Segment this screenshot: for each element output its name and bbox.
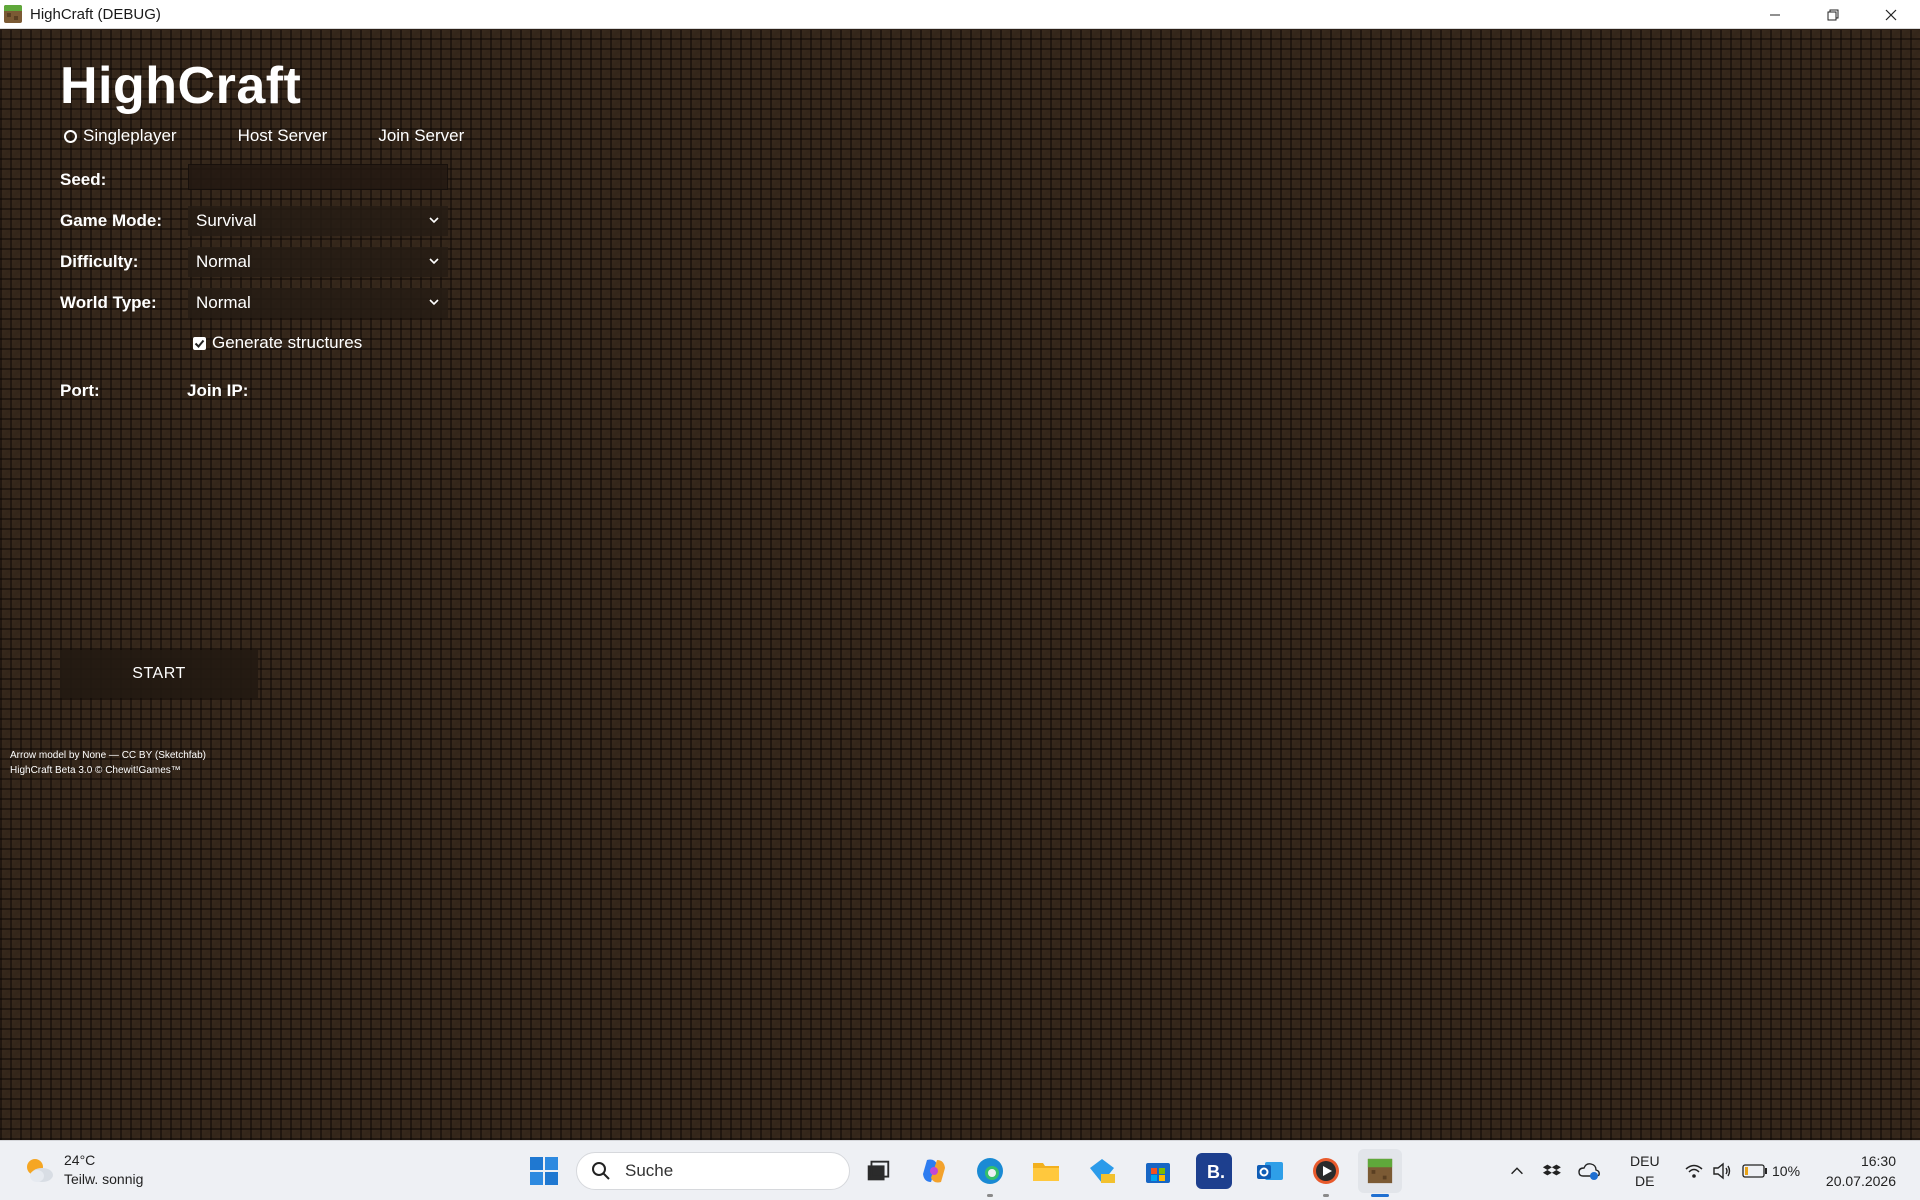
start-button[interactable]: START — [60, 650, 258, 698]
window-titlebar: HighCraft (DEBUG) — [0, 0, 1920, 29]
search-icon — [592, 1162, 610, 1180]
file-explorer-icon[interactable] — [1028, 1153, 1064, 1189]
windows-start-icon[interactable] — [526, 1153, 562, 1189]
credit-line: Arrow model by None — CC BY (Sketchfab) — [10, 750, 207, 761]
difficulty-value: Normal — [196, 252, 251, 271]
window-title: HighCraft (DEBUG) — [30, 5, 161, 23]
difficulty-select[interactable]: Normal — [188, 247, 448, 277]
svg-text:B.: B. — [1207, 1162, 1225, 1182]
credits: Arrow model by None — CC BY (Sketchfab) … — [10, 748, 206, 778]
window-controls — [1746, 0, 1920, 29]
wifi-icon — [1685, 1164, 1703, 1178]
game-mode-select[interactable]: Survival — [188, 206, 448, 236]
mode-label: Host Server — [237, 126, 328, 145]
media-player-icon[interactable] — [1308, 1153, 1344, 1189]
mode-selector: Singleplayer Host Server Join Server — [64, 126, 496, 146]
mode-singleplayer[interactable]: Singleplayer — [64, 126, 177, 146]
close-button[interactable] — [1862, 0, 1920, 29]
mode-label: Join Server — [378, 126, 465, 145]
world-type-select[interactable]: Normal — [188, 288, 448, 318]
game-menu: HighCraft Singleplayer Host Server Join … — [0, 30, 1920, 1140]
mode-join-server[interactable]: Join Server — [359, 126, 464, 146]
system-tray — [1508, 1141, 1600, 1200]
minimize-icon — [1770, 14, 1780, 15]
search-placeholder: Suche — [625, 1161, 674, 1180]
weather-description: Teilw. sonnig — [64, 1171, 144, 1187]
date: 20.07.2026 — [1825, 1173, 1896, 1189]
dev-home-icon[interactable] — [1084, 1153, 1120, 1189]
partly-sunny-icon — [27, 1159, 53, 1182]
chevron-up-icon[interactable] — [1508, 1162, 1526, 1180]
radio-icon[interactable] — [219, 130, 232, 143]
outlook-icon[interactable] — [1252, 1153, 1288, 1189]
active-indicator — [1371, 1194, 1389, 1197]
weather-temperature: 24°C — [64, 1152, 96, 1168]
booking-icon[interactable]: B. — [1196, 1153, 1232, 1189]
world-type-label: World Type: — [60, 293, 157, 312]
radio-selected-icon[interactable] — [64, 129, 77, 143]
join-ip-label: Join IP: — [187, 381, 249, 400]
microsoft-store-icon[interactable] — [1140, 1153, 1176, 1189]
clock[interactable]: 16:30 20.07.2026 — [1826, 1151, 1896, 1191]
chevron-down-icon — [429, 217, 439, 224]
chevron-down-icon — [429, 299, 439, 306]
generate-structures-label: Generate structures — [212, 333, 363, 352]
restore-button[interactable] — [1804, 0, 1862, 29]
mode-host-server[interactable]: Host Server — [219, 126, 328, 146]
mode-label: Singleplayer — [83, 126, 177, 145]
highcraft-icon[interactable] — [1358, 1149, 1402, 1193]
running-indicator — [1323, 1194, 1329, 1197]
generate-structures-checkbox[interactable]: Generate structures — [193, 333, 362, 353]
restore-icon — [1827, 9, 1839, 20]
game-mode-label: Game Mode: — [60, 211, 163, 230]
time: 16:30 — [1860, 1153, 1896, 1169]
battery-percentage: 10% — [1772, 1163, 1801, 1179]
task-view-icon[interactable] — [860, 1153, 896, 1189]
copilot-icon[interactable] — [916, 1153, 952, 1189]
minimize-button[interactable] — [1746, 0, 1804, 29]
language-code: DEU — [1630, 1153, 1660, 1169]
onedrive-icon[interactable] — [1578, 1161, 1600, 1181]
game-mode-value: Survival — [196, 211, 257, 230]
chevron-down-icon — [429, 258, 439, 265]
seed-input[interactable] — [188, 164, 448, 190]
volume-icon — [1713, 1162, 1731, 1180]
radio-icon[interactable] — [359, 130, 372, 143]
battery-icon — [1742, 1164, 1767, 1178]
edge-icon[interactable] — [972, 1153, 1008, 1189]
taskbar-search[interactable]: Suche — [576, 1152, 850, 1190]
weather-widget[interactable]: 24°C Teilw. sonnig — [22, 1151, 143, 1189]
checkbox-checked-icon[interactable] — [193, 336, 206, 350]
status-icons[interactable]: 10% — [1684, 1141, 1800, 1200]
credit-line: HighCraft Beta 3.0 © Chewit!Games™ — [10, 765, 181, 776]
language-indicator[interactable]: DEU DE — [1630, 1151, 1660, 1191]
close-icon — [1885, 9, 1897, 20]
running-indicator — [987, 1194, 993, 1197]
difficulty-label: Difficulty: — [60, 252, 139, 271]
taskbar: 24°C Teilw. sonnig Suche B. DEU DE 10% 1… — [0, 1140, 1920, 1200]
port-label: Port: — [60, 381, 100, 400]
seed-label: Seed: — [60, 170, 107, 189]
dropbox-icon[interactable] — [1542, 1161, 1562, 1181]
highcraft-app-icon — [4, 5, 22, 23]
world-type-value: Normal — [196, 293, 251, 312]
game-title: HighCraft — [60, 57, 302, 115]
keyboard-layout: DE — [1635, 1173, 1655, 1189]
